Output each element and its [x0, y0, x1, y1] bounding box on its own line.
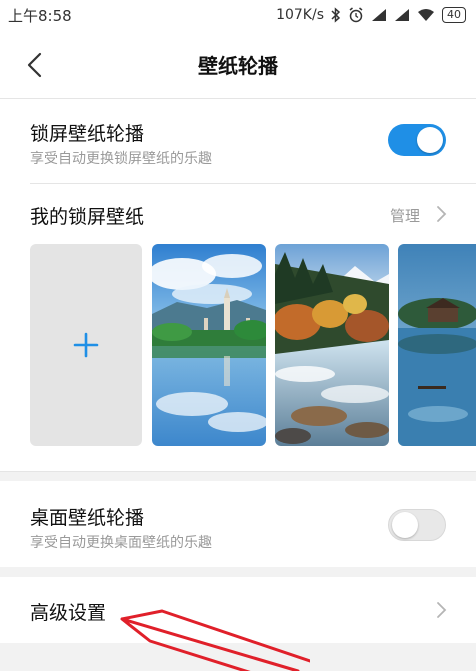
add-wallpaper-tile[interactable] [30, 244, 142, 446]
lake-hut-image [398, 244, 476, 446]
plus-icon [73, 332, 99, 358]
toggle-knob [392, 512, 418, 538]
desktop-carousel-subtitle: 享受自动更换桌面壁纸的乐趣 [30, 535, 212, 551]
alarm-icon [349, 7, 363, 23]
bluetooth-icon [331, 7, 341, 23]
wallpaper-thumbnail-1[interactable] [152, 244, 266, 446]
river-forest-image [275, 244, 389, 446]
tower-lake-image [152, 244, 266, 446]
desktop-carousel-toggle[interactable] [388, 509, 446, 541]
battery-icon: 40 [442, 7, 466, 23]
page-title: 壁纸轮播 [198, 54, 278, 78]
chevron-right-icon[interactable] [434, 600, 448, 620]
divider [30, 183, 476, 184]
signal-icon-1 [372, 9, 386, 21]
wallpaper-thumbnail-2[interactable] [275, 244, 389, 446]
wifi-icon [418, 9, 434, 21]
wallpaper-thumbnail-3[interactable] [398, 244, 476, 446]
divider [0, 471, 476, 472]
chevron-right-icon[interactable] [434, 204, 448, 224]
status-time: 上午8:58 [8, 6, 72, 25]
annotation-arrow-icon [120, 609, 310, 671]
status-bar: 上午8:58 107K/s 40 [0, 0, 476, 30]
desktop-carousel-title: 桌面壁纸轮播 [30, 507, 145, 529]
title-bar: 壁纸轮播 [0, 30, 476, 98]
lock-carousel-toggle[interactable] [388, 124, 446, 156]
net-speed: 107K/s [276, 7, 324, 23]
toggle-knob [417, 127, 443, 153]
advanced-settings-title: 高级设置 [30, 602, 107, 624]
signal-icon-2 [395, 9, 409, 21]
lock-carousel-title: 锁屏壁纸轮播 [30, 123, 145, 145]
manage-link[interactable]: 管理 [390, 205, 420, 226]
status-icons: 107K/s 40 [276, 7, 466, 23]
lock-carousel-subtitle: 享受自动更换锁屏壁纸的乐趣 [30, 151, 212, 167]
my-wallpapers-title: 我的锁屏壁纸 [30, 206, 145, 228]
